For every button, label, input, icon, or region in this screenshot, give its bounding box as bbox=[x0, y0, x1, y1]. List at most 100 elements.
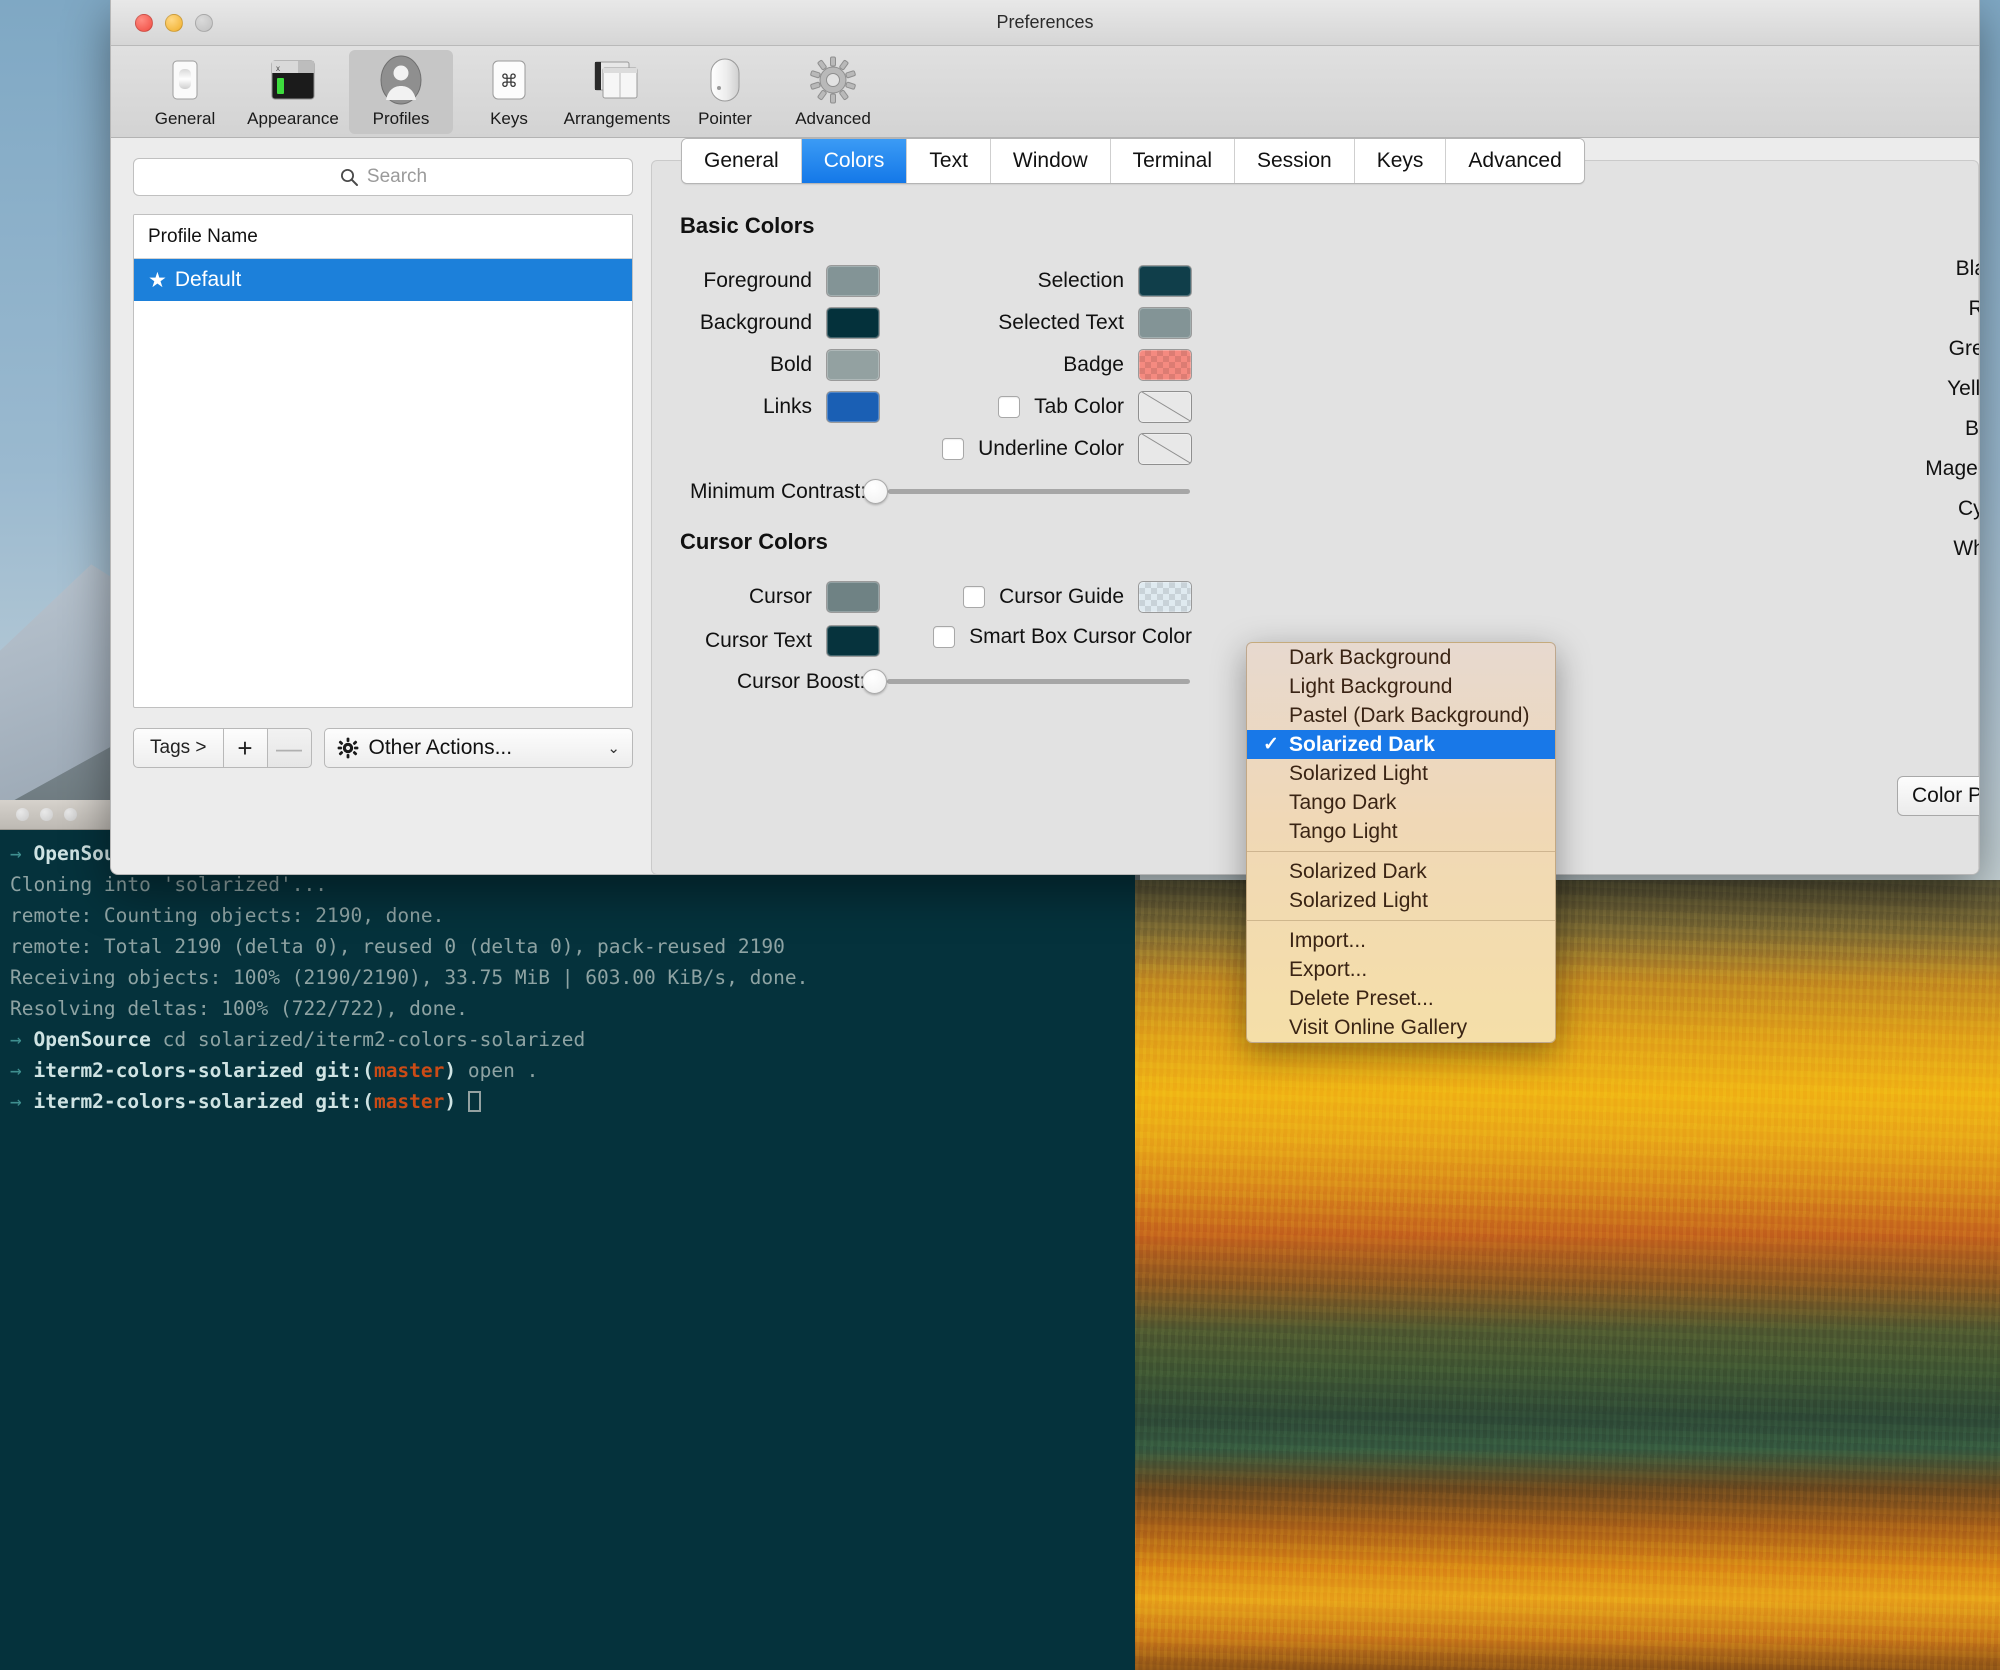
menu-item-dark-background[interactable]: Dark Background bbox=[1247, 643, 1555, 672]
menu-item-label: Delete Preset... bbox=[1289, 986, 1434, 1010]
add-profile-button[interactable]: + bbox=[223, 728, 268, 768]
cursor-swatch[interactable] bbox=[826, 581, 880, 613]
selection-swatch[interactable] bbox=[1138, 265, 1192, 297]
tab-session[interactable]: Session bbox=[1234, 139, 1355, 183]
toolbar-item-general[interactable]: General bbox=[133, 50, 237, 134]
tab-color-swatch[interactable] bbox=[1138, 391, 1192, 423]
links-swatch[interactable] bbox=[826, 391, 880, 423]
toolbar-item-pointer[interactable]: Pointer bbox=[673, 50, 777, 134]
menu-item-tango-dark[interactable]: Tango Dark bbox=[1247, 788, 1555, 817]
cursor-field[interactable]: Cursor bbox=[680, 581, 880, 613]
underline-color-swatch[interactable] bbox=[1138, 433, 1192, 465]
terminal-text: Resolving deltas: 100% (722/722), done. bbox=[10, 997, 468, 1020]
menu-item-export[interactable]: Export... bbox=[1247, 955, 1555, 984]
cursor-guide-field[interactable]: Cursor Guide bbox=[932, 581, 1192, 613]
tab-color-checkbox[interactable] bbox=[998, 396, 1021, 418]
badge-field[interactable]: Badge bbox=[952, 349, 1192, 381]
cursor-text-swatch[interactable] bbox=[826, 625, 880, 657]
minimum-contrast-track[interactable] bbox=[888, 489, 1190, 494]
terminal-line: remote: Counting objects: 2190, done. bbox=[10, 900, 1119, 931]
profiles-table-header[interactable]: Profile Name bbox=[134, 215, 632, 259]
settings-tabbar[interactable]: General Colors Text Window Terminal Session Ke… bbox=[681, 138, 1585, 184]
tab-advanced[interactable]: Advanced bbox=[1446, 139, 1584, 183]
cursor-boost-slider[interactable]: Cursor Boost: bbox=[737, 669, 1190, 694]
toolbar-item-appearance[interactable]: x Appearance bbox=[241, 50, 345, 134]
menu-item-import[interactable]: Import... bbox=[1247, 926, 1555, 955]
search-input[interactable]: Search bbox=[133, 158, 633, 196]
cursor-guide-checkbox[interactable] bbox=[963, 586, 986, 608]
selected-text-field[interactable]: Selected Text bbox=[952, 307, 1192, 339]
toolbar-item-advanced[interactable]: Advanced bbox=[781, 50, 885, 134]
badge-swatch[interactable] bbox=[1138, 349, 1192, 381]
underline-color-checkbox[interactable] bbox=[942, 438, 965, 460]
tags-button[interactable]: Tags > bbox=[133, 728, 224, 768]
preferences-toolbar[interactable]: General x Appearance Profiles ⌘ Keys Arrangeme… bbox=[111, 46, 1979, 138]
links-field[interactable]: Links bbox=[680, 391, 880, 423]
ansi-colors-section: ANSI Colors Normal Bright BlackRedGreenY… bbox=[1897, 181, 1979, 569]
menu-item-solarized-dark[interactable]: Solarized Dark bbox=[1247, 857, 1555, 886]
menu-item-delete-preset[interactable]: Delete Preset... bbox=[1247, 984, 1555, 1013]
other-actions-button[interactable]: Other Actions... ⌄ bbox=[323, 728, 633, 768]
menu-item-light-background[interactable]: Light Background bbox=[1247, 672, 1555, 701]
cursor-text-field[interactable]: Cursor Text bbox=[680, 625, 880, 657]
tab-keys[interactable]: Keys bbox=[1354, 139, 1447, 183]
keys-icon: ⌘ bbox=[486, 54, 532, 106]
terminal-text: → bbox=[10, 1059, 34, 1082]
menu-item-solarized-dark[interactable]: ✓ Solarized Dark bbox=[1247, 730, 1555, 759]
tab-text[interactable]: Text bbox=[907, 139, 991, 183]
cursor-guide-swatch[interactable] bbox=[1138, 581, 1192, 613]
smart-box-cursor-field[interactable]: Smart Box Cursor Color bbox=[884, 625, 1192, 649]
cursor-boost-knob[interactable] bbox=[862, 669, 888, 694]
terminal-text: ) bbox=[444, 1090, 457, 1113]
color-presets-menu[interactable]: Dark Background Light Background Pastel (D… bbox=[1246, 642, 1556, 1043]
terminal-window[interactable]: → OpenSource git clone https://github.co… bbox=[0, 800, 1135, 1670]
tab-color-field[interactable]: Tab Color bbox=[952, 391, 1192, 423]
terminal-close-button[interactable] bbox=[16, 808, 29, 821]
menu-item-tango-light[interactable]: Tango Light bbox=[1247, 817, 1555, 846]
foreground-field[interactable]: Foreground bbox=[680, 265, 880, 297]
remove-profile-button[interactable]: — bbox=[267, 728, 312, 768]
menu-item-visit-online-gallery[interactable]: Visit Online Gallery bbox=[1247, 1013, 1555, 1042]
selection-field[interactable]: Selection bbox=[952, 265, 1192, 297]
bold-swatch[interactable] bbox=[826, 349, 880, 381]
underline-color-field[interactable]: Underline Color bbox=[912, 433, 1192, 465]
terminal-minimize-button[interactable] bbox=[40, 808, 53, 821]
profiles-table[interactable]: Profile Name ★ Default bbox=[133, 214, 633, 708]
smart-box-cursor-checkbox[interactable] bbox=[933, 626, 956, 648]
bold-label: Bold bbox=[769, 353, 812, 376]
bold-field[interactable]: Bold bbox=[680, 349, 880, 381]
cursor-label: Cursor bbox=[748, 585, 812, 608]
terminal-text: Cloning into 'solarized'... bbox=[10, 873, 327, 896]
minimum-contrast-slider[interactable]: Minimum Contrast: bbox=[690, 479, 1190, 504]
toolbar-item-profiles[interactable]: Profiles bbox=[349, 50, 453, 134]
terminal-line: remote: Total 2190 (delta 0), reused 0 (… bbox=[10, 931, 1119, 962]
background-field[interactable]: Background bbox=[680, 307, 880, 339]
tab-terminal[interactable]: Terminal bbox=[1110, 139, 1235, 183]
menu-item-solarized-light[interactable]: Solarized Light bbox=[1247, 759, 1555, 788]
menu-item-solarized-light[interactable]: Solarized Light bbox=[1247, 886, 1555, 915]
profiles-icon bbox=[377, 54, 425, 106]
color-presets-button[interactable]: Color Presets... ⌄ bbox=[1897, 776, 1979, 816]
toolbar-item-arrangements[interactable]: Arrangements bbox=[564, 50, 670, 134]
selected-text-swatch[interactable] bbox=[1138, 307, 1192, 339]
tab-general[interactable]: General bbox=[682, 139, 802, 183]
tab-colors[interactable]: Colors bbox=[801, 139, 908, 183]
preferences-window[interactable]: Preferences General x Appearance Profiles ⌘ K… bbox=[110, 0, 1980, 875]
table-row[interactable]: ★ Default bbox=[134, 259, 632, 301]
favorite-star-icon: ★ bbox=[148, 268, 167, 292]
foreground-swatch[interactable] bbox=[826, 265, 880, 297]
background-swatch[interactable] bbox=[826, 307, 880, 339]
terminal-text: remote: Total 2190 (delta 0), reused 0 (… bbox=[10, 935, 785, 958]
menu-item-pastel-dark-background[interactable]: Pastel (Dark Background) bbox=[1247, 701, 1555, 730]
ansi-colors-grid[interactable]: Black Red Green Yellow Blue Magenta Cyan White bbox=[1897, 249, 1979, 569]
cursor-boost-track[interactable] bbox=[887, 679, 1190, 684]
color-presets-label: Color Presets... bbox=[1912, 784, 1979, 807]
menu-item-label: Dark Background bbox=[1289, 645, 1452, 669]
toolbar-item-keys[interactable]: ⌘ Keys bbox=[457, 50, 561, 134]
minimum-contrast-knob[interactable] bbox=[863, 479, 889, 504]
tab-window[interactable]: Window bbox=[990, 139, 1111, 183]
terminal-zoom-button[interactable] bbox=[64, 808, 77, 821]
cursor-boost-label: Cursor Boost: bbox=[737, 669, 866, 693]
svg-text:⌘: ⌘ bbox=[500, 71, 518, 91]
